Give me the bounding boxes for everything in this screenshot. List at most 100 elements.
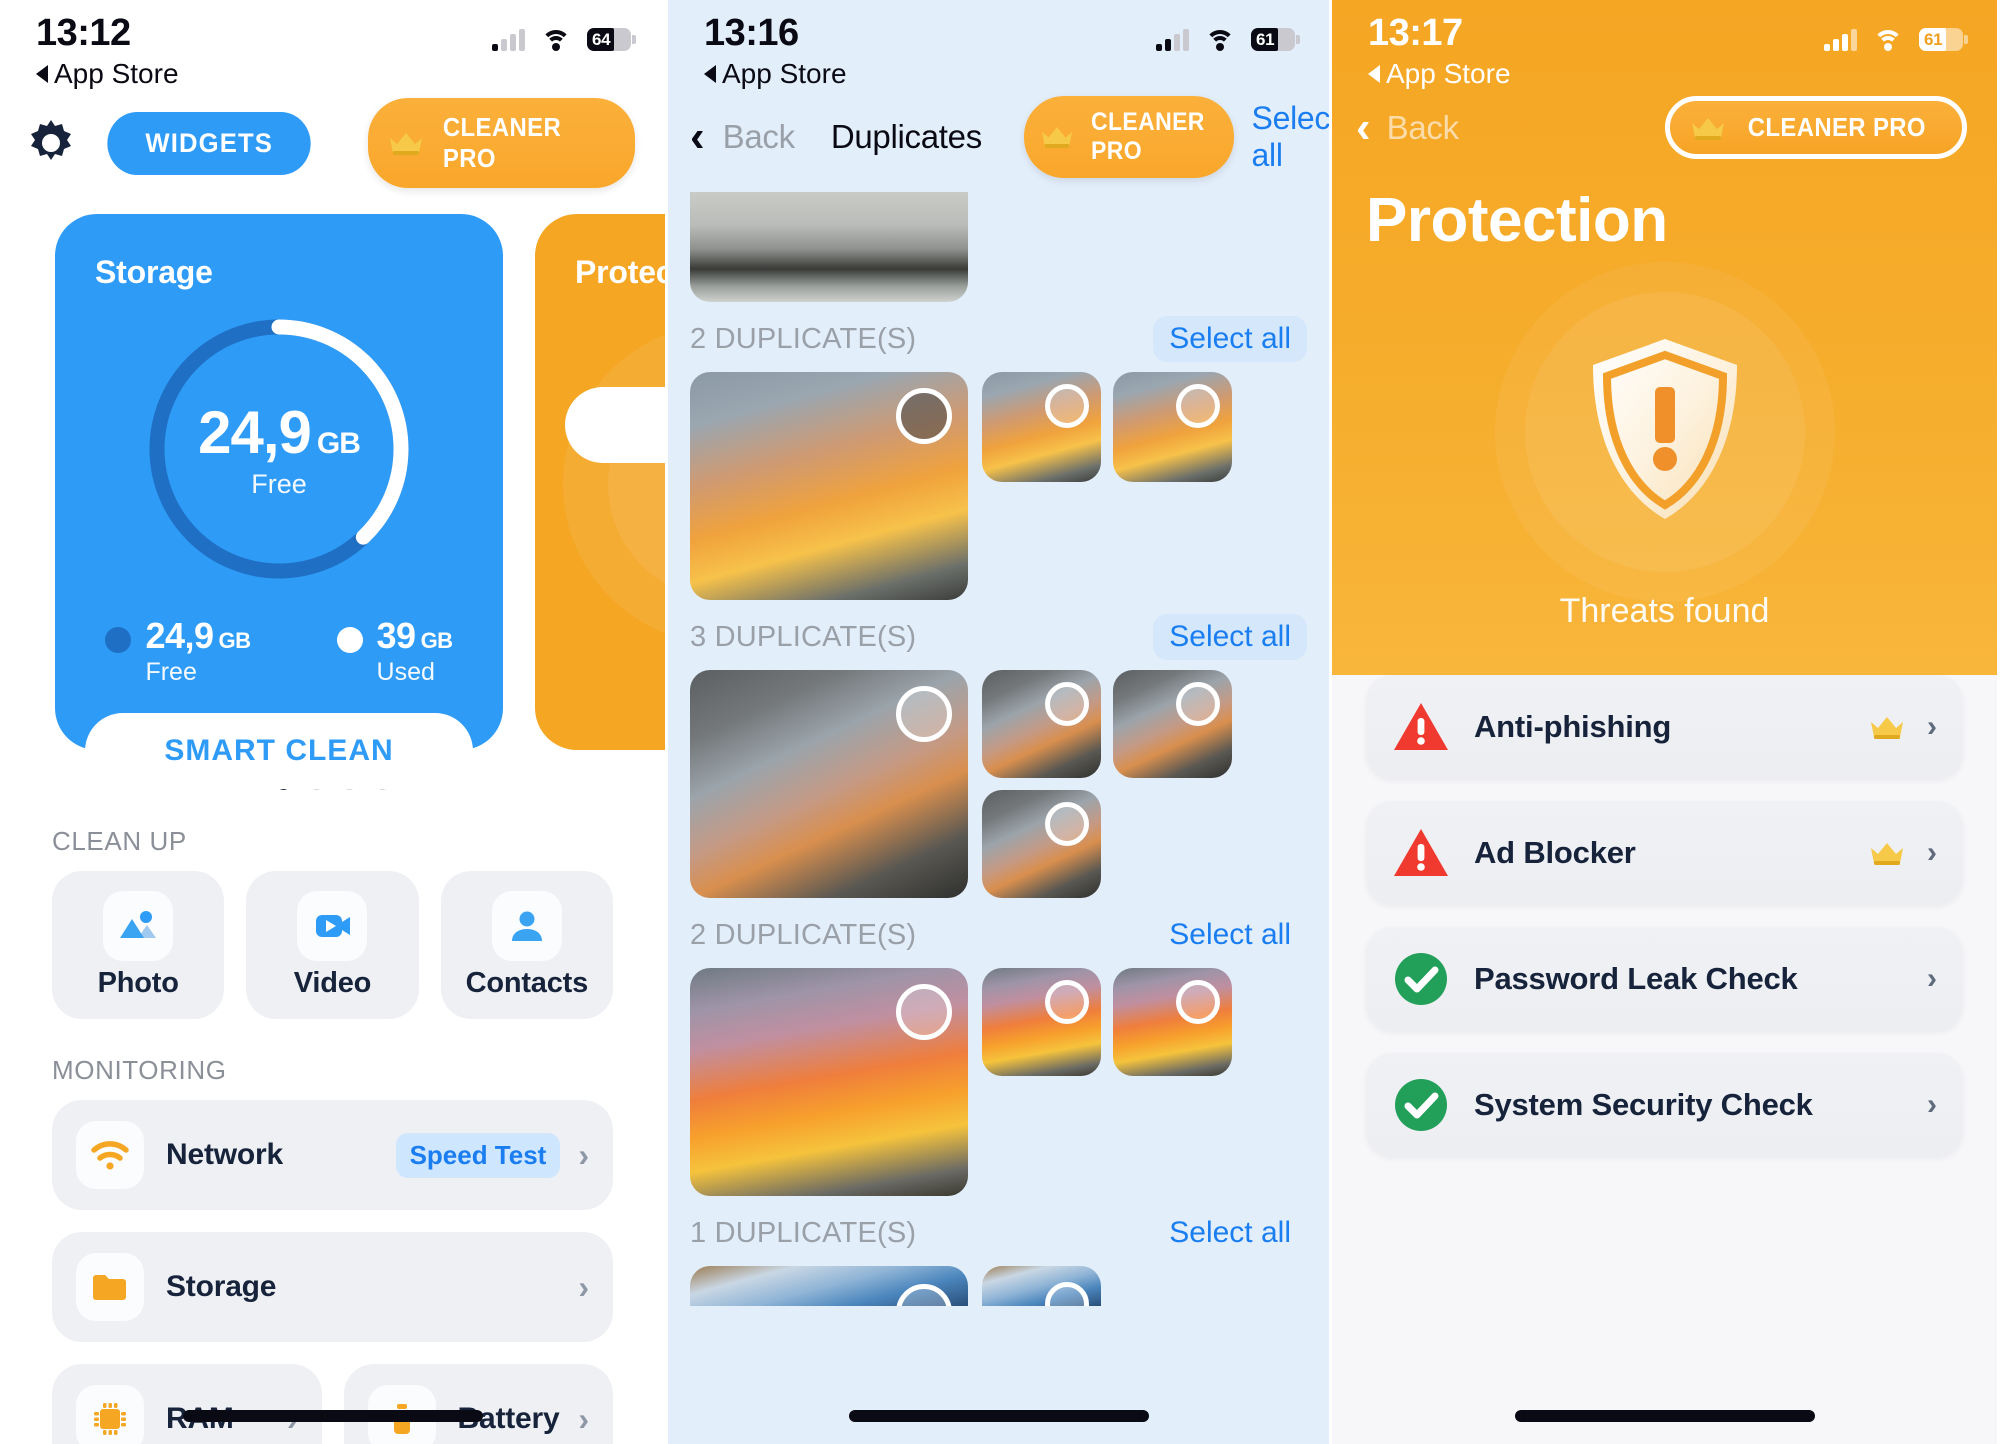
monitoring-row-battery[interactable]: Battery › [343,1364,613,1444]
wifi-icon [541,29,571,51]
contacts-icon [491,890,562,961]
warning-triangle-icon [1392,824,1450,882]
protection-hero: 13:17 App Store 61 ‹ Back CLEANER PRO Pr… [1332,0,1997,675]
select-checkbox-icon[interactable] [1176,682,1220,726]
select-checkbox-icon[interactable] [1045,802,1089,846]
status-back-label: App Store [722,58,847,89]
cleaner-pro-button[interactable]: CLEANER PRO [368,98,635,188]
legend-item-free: 24,9 GB Free [105,615,251,687]
duplicate-group-header: 1 DUPLICATE(S) Select all [668,1196,1329,1266]
tile-photo-label: Photo [97,966,179,999]
monitoring-row-network[interactable]: Network Speed Test › [52,1100,613,1210]
select-checkbox-icon[interactable] [1045,1282,1089,1306]
gear-icon[interactable] [26,118,76,168]
back-triangle-icon [704,65,716,83]
photo-thumbnail[interactable] [1113,372,1232,482]
photo-thumbnail[interactable] [982,670,1101,778]
status-back-to-app[interactable]: App Store [704,57,1293,91]
status-bar: 13:12 App Store 64 [0,0,665,92]
select-checkbox-icon[interactable] [896,686,952,742]
protection-item-anti-phishing[interactable]: Anti-phishing › [1366,675,1963,779]
back-button-label[interactable]: Back [723,118,795,156]
status-back-to-app[interactable]: App Store [36,57,629,91]
cleaner-pro-label: CLEANER PRO [1090,108,1205,165]
duplicate-count-label: 3 DUPLICATE(S) [690,620,917,653]
back-chevron-icon[interactable]: ‹ [690,115,705,159]
select-checkbox-icon[interactable] [896,984,952,1040]
select-checkbox-icon[interactable] [1045,384,1089,428]
select-checkbox-icon[interactable] [896,388,952,444]
tile-contacts[interactable]: Contacts [440,871,613,1019]
status-indicators: 61 [1156,28,1300,51]
photo-thumbnail-main[interactable] [690,372,968,600]
chevron-right-icon: › [1927,1088,1937,1121]
select-all-button[interactable]: Select all [1252,100,1329,174]
group-select-all-button[interactable]: Select all [1153,1210,1307,1256]
status-back-label: App Store [54,58,179,89]
crown-icon [1869,840,1905,866]
group-select-all-button[interactable]: Select all [1153,912,1307,958]
back-button-label[interactable]: Back [1387,109,1459,147]
speed-test-badge[interactable]: Speed Test [395,1132,561,1178]
back-chevron-icon[interactable]: ‹ [1356,105,1371,150]
protection-navbar: ‹ Back CLEANER PRO [1332,92,1997,159]
duplicate-count-label: 1 DUPLICATE(S) [690,1216,917,1249]
home-indicator [182,1410,483,1422]
protection-item-ad-blocker[interactable]: Ad Blocker › [1366,801,1963,905]
chevron-right-icon: › [578,1269,589,1305]
select-checkbox-icon[interactable] [1176,384,1220,428]
cleaner-pro-button[interactable]: CLEANER PRO [1023,96,1234,178]
home-indicator [1514,1410,1815,1422]
photo-thumbnail-main[interactable] [690,968,968,1196]
widgets-button[interactable]: WIDGETS [107,111,312,175]
select-checkbox-icon[interactable] [896,1284,952,1306]
photo-thumbnail-main[interactable] [690,670,968,898]
tile-video[interactable]: Video [246,871,419,1019]
storage-card[interactable]: Storage 24,9 GB Free 24,9 GB Free 39 GB … [55,214,503,789]
smart-clean-button[interactable]: SMART CLEAN [85,713,473,789]
duplicate-group: 3 DUPLICATE(S) Select all [668,600,1329,898]
protection-item-password-leak-check[interactable]: Password Leak Check › [1366,927,1963,1031]
storage-legend: 24,9 GB Free 39 GB Used [55,615,503,687]
photo-thumbnail[interactable] [982,790,1101,898]
battery-icon: 61 [1251,28,1300,51]
crown-icon [1040,124,1074,150]
photo-thumbnail[interactable] [982,968,1101,1076]
monitoring-row-storage[interactable]: Storage › [52,1232,613,1342]
status-indicators: 61 [1824,28,1968,51]
photo-thumbnail[interactable] [1113,968,1232,1076]
status-back-to-app[interactable]: App Store [1368,57,1961,91]
duplicates-scroll-area[interactable]: 2 DUPLICATE(S) Select all 3 DUPLICATE(S)… [668,192,1329,1306]
chevron-right-icon: › [578,1401,589,1437]
duplicate-group: 1 DUPLICATE(S) Select all [668,1196,1329,1306]
photo-thumbnail-main[interactable] [690,1266,968,1306]
cleaner-pro-button[interactable]: CLEANER PRO [1665,96,1967,159]
photo-thumbnail[interactable] [982,372,1101,482]
shield-alert-icon [1585,335,1745,530]
cleaner-pro-label: CLEANER PRO [1748,112,1927,142]
group-select-all-button[interactable]: Select all [1153,614,1307,660]
battery-level: 61 [1924,29,1943,49]
photo-thumbnail[interactable] [1113,670,1232,778]
select-checkbox-icon[interactable] [1176,980,1220,1024]
page-title: Protection [1366,186,1668,255]
legend-used-value: 39 [376,615,417,656]
duplicate-group-header: 2 DUPLICATE(S) Select all [668,302,1329,372]
monitoring-split-row: RAM › Battery › [52,1364,613,1444]
photo-thumbnail[interactable] [690,192,968,302]
duplicate-count-label: 2 DUPLICATE(S) [690,918,917,951]
chevron-right-icon: › [1927,836,1937,869]
photo-thumbnail[interactable] [982,1266,1101,1306]
select-checkbox-icon[interactable] [1045,980,1089,1024]
protection-item-system-security-check[interactable]: System Security Check › [1366,1053,1963,1157]
protection-card[interactable]: Protection [535,214,665,750]
legend-dot-free-icon [105,627,132,653]
protection-item-label: Anti-phishing [1474,709,1672,744]
folder-icon [76,1253,144,1321]
select-checkbox-icon[interactable] [1045,682,1089,726]
monitoring-row-ram[interactable]: RAM › [52,1364,322,1444]
protection-item-label: Password Leak Check [1474,961,1798,996]
group-select-all-button[interactable]: Select all [1153,316,1307,362]
crown-icon [388,130,424,156]
tile-photo[interactable]: Photo [52,871,225,1019]
